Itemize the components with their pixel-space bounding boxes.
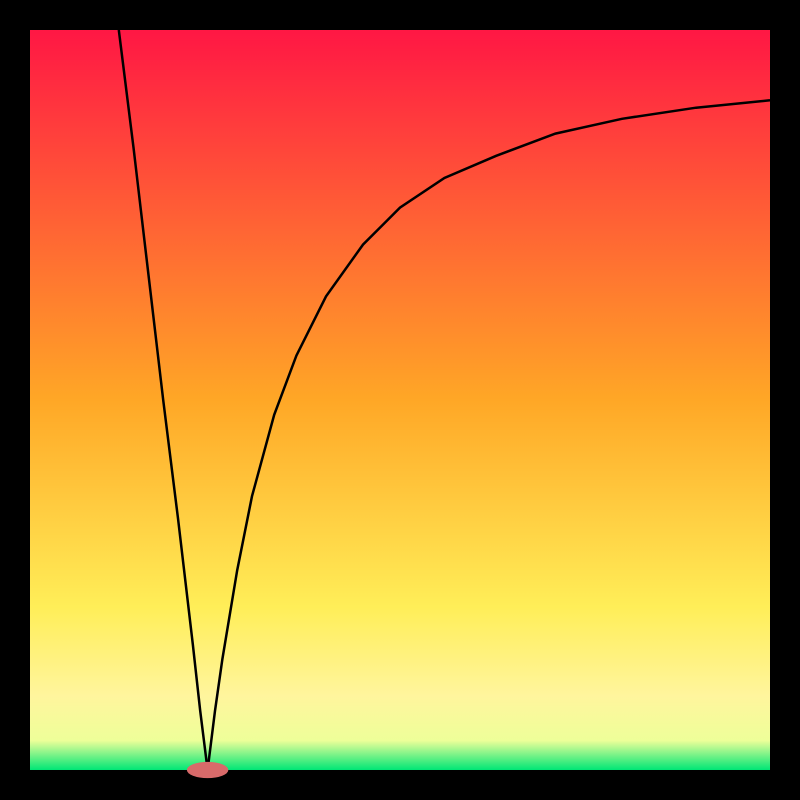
chart-minimum-marker (187, 762, 228, 778)
bottleneck-chart (0, 0, 800, 800)
chart-plot-area (30, 30, 770, 770)
